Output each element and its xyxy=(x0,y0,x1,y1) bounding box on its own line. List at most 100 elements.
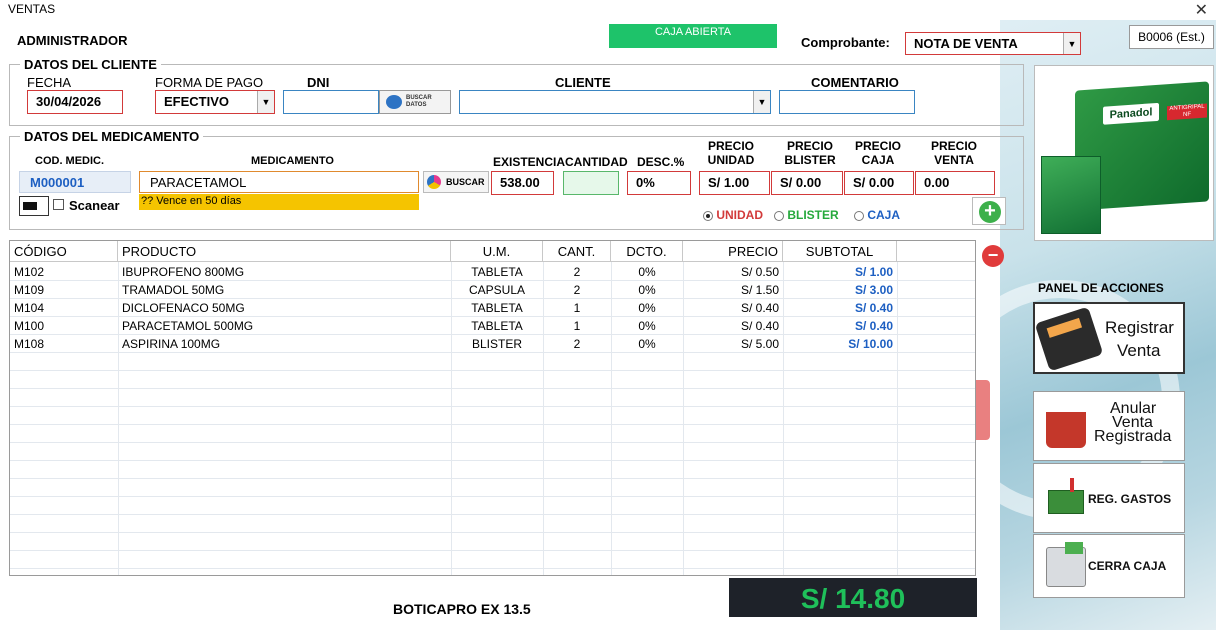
plus-icon: + xyxy=(979,201,1001,223)
precio-caja-field[interactable]: S/ 0.00 xyxy=(844,171,914,195)
dni-label: DNI xyxy=(307,75,330,90)
table-cell: M104 xyxy=(14,301,45,315)
table-cell: S/ 0.40 xyxy=(854,301,893,315)
chevron-down-icon[interactable]: ▼ xyxy=(753,91,770,113)
table-row[interactable] xyxy=(10,443,975,461)
registrar-label-1: Registrar xyxy=(1105,318,1174,337)
remove-item-icon[interactable]: − xyxy=(982,245,1004,267)
comprobante-label: Comprobante: xyxy=(801,35,890,50)
table-row[interactable] xyxy=(10,551,975,569)
chevron-down-icon[interactable]: ▼ xyxy=(1063,33,1080,54)
col-subtotal[interactable]: SUBTOTAL xyxy=(783,241,897,262)
cliente-label: CLIENTE xyxy=(555,75,611,90)
comentario-label: COMENTARIO xyxy=(811,75,899,90)
pos-screen xyxy=(1046,317,1083,338)
table-cell: 2 xyxy=(573,265,581,279)
table-row[interactable] xyxy=(10,533,975,551)
panel-title: PANEL DE ACCIONES xyxy=(1038,281,1164,295)
radio-caja-label: CAJA xyxy=(867,208,901,222)
basket-icon xyxy=(1046,412,1086,448)
precio-caja-label: PRECIO CAJA xyxy=(854,139,901,167)
gastos-label: REG. GASTOS xyxy=(1088,492,1172,506)
table-row[interactable] xyxy=(10,353,975,371)
col-cant[interactable]: CANT. xyxy=(543,241,611,262)
add-item-button[interactable]: + xyxy=(972,197,1006,225)
med-input[interactable]: PARACETAMOL xyxy=(139,171,419,193)
barcode-mark xyxy=(23,202,37,210)
table-cell: 0% xyxy=(638,265,656,279)
radio-unidad-label: UNIDAD xyxy=(716,208,764,222)
table-cell: CAPSULA xyxy=(468,283,526,297)
med-label: MEDICAMENTO xyxy=(251,155,334,167)
table-row[interactable] xyxy=(10,461,975,479)
col-dcto[interactable]: DCTO. xyxy=(611,241,683,262)
product-sachet xyxy=(1041,156,1101,234)
table-cell: S/ 10.00 xyxy=(848,337,893,351)
precio-unidad-field[interactable]: S/ 1.00 xyxy=(699,171,770,195)
cod-field[interactable]: M000001 xyxy=(19,171,131,193)
barcode-icon[interactable] xyxy=(19,196,49,216)
table-row[interactable] xyxy=(10,389,975,407)
fecha-field[interactable]: 30/04/2026 xyxy=(27,90,123,114)
caja-status-badge: CAJA ABIERTA xyxy=(609,24,777,48)
table-row[interactable]: M109 TRAMADOL 50MG CAPSULA 2 0% S/ 1.50 S/ 3.0… xyxy=(10,281,975,299)
app-version: BOTICAPRO EX 13.5 xyxy=(393,601,531,617)
window-title: VENTAS xyxy=(8,2,56,16)
anular-label-3: Registrada xyxy=(1094,428,1172,445)
cliente-select[interactable]: ▼ xyxy=(459,90,771,114)
table-row[interactable] xyxy=(10,479,975,497)
table-cell: PARACETAMOL 500MG xyxy=(122,319,254,333)
pos-terminal-icon xyxy=(1034,306,1104,372)
table-cell: TABLETA xyxy=(471,301,523,315)
forma-pago-select[interactable]: EFECTIVO ▼ xyxy=(155,90,275,114)
cerrar-caja-button[interactable]: CERRA CAJA xyxy=(1033,534,1185,598)
table-row[interactable] xyxy=(10,407,975,425)
precio-venta-field[interactable]: 0.00 xyxy=(915,171,995,195)
col-um[interactable]: U.M. xyxy=(451,241,543,262)
radio-dot-unidad xyxy=(703,210,713,221)
table-row[interactable] xyxy=(10,371,975,389)
radio-blister[interactable]: BLISTER xyxy=(774,208,839,222)
comprobante-select[interactable]: NOTA DE VENTA ▼ xyxy=(905,32,1081,55)
dni-input[interactable] xyxy=(283,90,379,114)
col-producto[interactable]: PRODUCTO xyxy=(118,241,451,262)
table-cell: S/ 0.50 xyxy=(740,265,779,279)
col-codigo[interactable]: CÓDIGO xyxy=(10,241,118,262)
registrar-venta-button[interactable]: Registrar Venta xyxy=(1033,302,1185,374)
cantidad-label: CANTIDAD xyxy=(565,155,628,169)
table-row[interactable] xyxy=(10,515,975,533)
existencia-field: 538.00 xyxy=(491,171,554,195)
cash-register-icon xyxy=(1046,542,1086,587)
table-cell: S/ 0.40 xyxy=(854,319,893,333)
cod-label: COD. MEDIC. xyxy=(35,155,105,167)
product-image: Panadol ANTIGRIPAL NF xyxy=(1034,65,1214,241)
anular-venta-button[interactable]: Anular Venta Registrada xyxy=(1033,391,1185,461)
table-cell: 0% xyxy=(638,319,656,333)
table-row[interactable]: M100 PARACETAMOL 500MG TABLETA 1 0% S/ 0.40 S/… xyxy=(10,317,975,335)
precio-unidad-label: PRECIO UNIDAD xyxy=(707,139,755,167)
precio-venta-label: PRECIO VENTA xyxy=(930,139,977,167)
radio-caja[interactable]: CAJA xyxy=(854,208,900,222)
comentario-input[interactable] xyxy=(779,90,915,114)
scanear-checkbox[interactable] xyxy=(53,199,64,210)
table-row[interactable]: M108 ASPIRINA 100MG BLISTER 2 0% S/ 5.00 S/ 10… xyxy=(10,335,975,353)
reg-gastos-button[interactable]: REG. GASTOS xyxy=(1033,463,1185,533)
close-icon[interactable]: ✕ xyxy=(1195,0,1208,20)
medicamento-section-title: DATOS DEL MEDICAMENTO xyxy=(20,129,204,144)
table-row[interactable] xyxy=(10,425,975,443)
radio-unidad[interactable]: UNIDAD xyxy=(703,208,763,222)
table-row[interactable] xyxy=(10,497,975,515)
buscar-datos-button[interactable]: BUSCAR DATOS xyxy=(379,90,451,114)
cantidad-input[interactable] xyxy=(563,171,619,195)
table-row[interactable]: M102 IBUPROFENO 800MG TABLETA 2 0% S/ 0.50 S/ … xyxy=(10,263,975,281)
search-icon xyxy=(386,95,402,109)
buscar-med-button[interactable]: BUSCAR xyxy=(423,171,489,193)
table-cell: 1 xyxy=(573,319,581,333)
desc-input[interactable]: 0% xyxy=(627,171,691,195)
precio-blister-field[interactable]: S/ 0.00 xyxy=(771,171,843,195)
col-precio[interactable]: PRECIO xyxy=(683,241,783,262)
table-cell: TABLETA xyxy=(471,319,523,333)
table-cell: 0% xyxy=(638,283,656,297)
table-row[interactable]: M104 DICLOFENACO 50MG TABLETA 1 0% S/ 0.40 S/ … xyxy=(10,299,975,317)
chevron-down-icon[interactable]: ▼ xyxy=(257,91,274,113)
